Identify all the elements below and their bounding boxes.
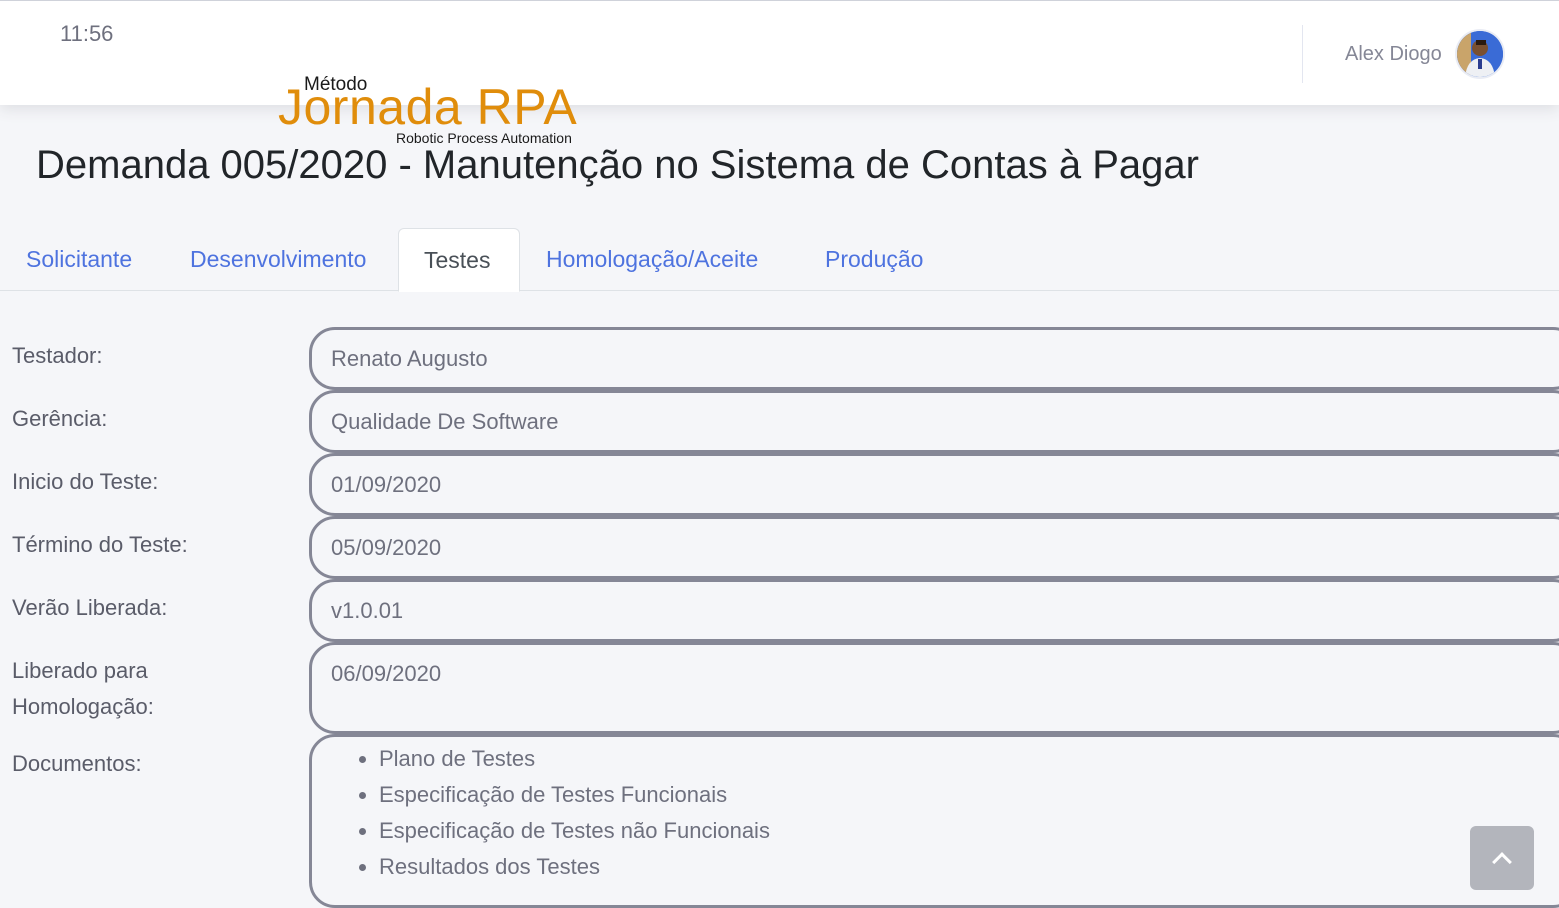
documento-item[interactable]: Plano de Testes <box>379 741 1559 777</box>
termino-teste-label: Término do Teste: <box>12 532 188 557</box>
topbar-divider <box>1302 25 1303 83</box>
testador-field[interactable]: Renato Augusto <box>309 327 1559 390</box>
avatar-image <box>1457 31 1503 77</box>
liberado-homologacao-label: Liberado para Homologação: <box>12 653 154 725</box>
documentos-label: Documentos: <box>12 751 142 776</box>
documento-item[interactable]: Especificação de Testes Funcionais <box>379 777 1559 813</box>
testador-label: Testador: <box>12 343 103 368</box>
versao-liberada-label: Verão Liberada: <box>12 595 168 620</box>
chevron-up-icon <box>1492 852 1512 872</box>
documento-item[interactable]: Especificação de Testes não Funcionais <box>379 813 1559 849</box>
logo-jornada: Jornada RPA <box>278 79 578 135</box>
inicio-teste-field[interactable]: 01/09/2020 <box>309 453 1559 516</box>
documentos-list: Plano de Testes Especificação de Testes … <box>331 741 1559 885</box>
tab-homologacao[interactable]: Homologação/Aceite <box>521 228 783 291</box>
scroll-to-top-button[interactable] <box>1470 826 1534 890</box>
tab-bar: Solicitante Desenvolvimento Testes Homol… <box>0 228 1559 292</box>
topbar: 11:56 Alex Diogo <box>0 0 1559 105</box>
versao-liberada-field[interactable]: v1.0.01 <box>309 579 1559 642</box>
inicio-teste-label: Inicio do Teste: <box>12 469 159 494</box>
liberado-homologacao-field[interactable]: 06/09/2020 <box>309 642 1559 734</box>
tab-producao[interactable]: Produção <box>800 228 948 291</box>
page-title: Demanda 005/2020 - Manutenção no Sistema… <box>36 143 1199 187</box>
avatar[interactable] <box>1457 31 1503 77</box>
logo-tagline: Robotic Process Automation <box>396 130 572 146</box>
liberado-label-line2: Homologação: <box>12 694 154 719</box>
tab-solicitante[interactable]: Solicitante <box>1 228 157 291</box>
tab-testes[interactable]: Testes <box>398 228 520 292</box>
documento-item[interactable]: Resultados dos Testes <box>379 849 1559 885</box>
gerencia-field[interactable]: Qualidade De Software <box>309 390 1559 453</box>
termino-teste-field[interactable]: 05/09/2020 <box>309 516 1559 579</box>
jornada-rpa-logo: Método Jornada RPA Robotic Process Autom… <box>278 74 588 148</box>
gerencia-label: Gerência: <box>12 406 108 431</box>
documentos-field[interactable]: Plano de Testes Especificação de Testes … <box>309 734 1559 908</box>
tab-desenvolvimento[interactable]: Desenvolvimento <box>165 228 391 291</box>
liberado-label-line1: Liberado para <box>12 658 148 683</box>
user-name[interactable]: Alex Diogo <box>1345 43 1442 66</box>
clock: 11:56 <box>60 21 114 46</box>
